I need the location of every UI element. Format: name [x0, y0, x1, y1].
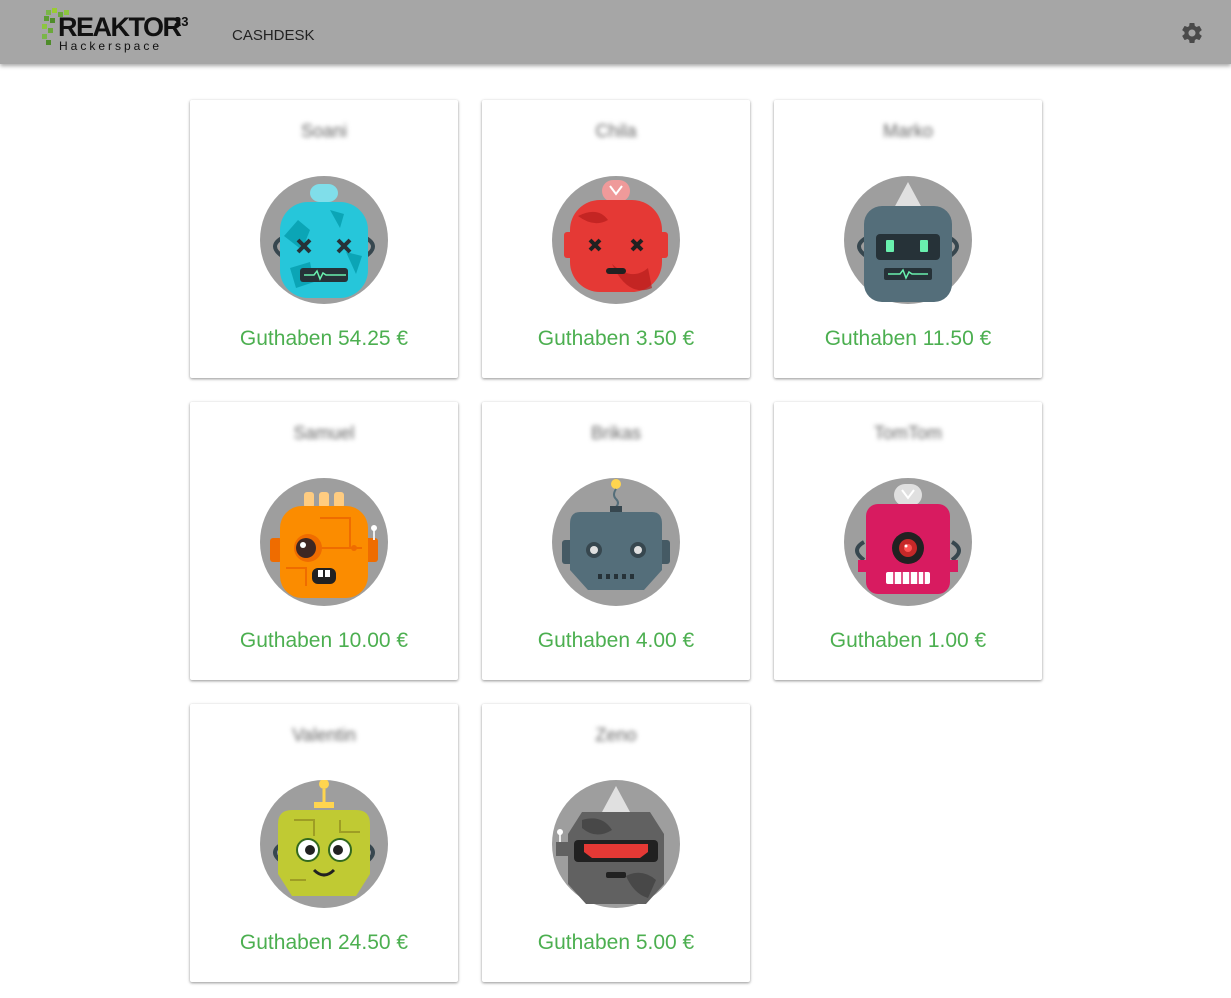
nav-cashdesk-link[interactable]: CASHDESK — [232, 27, 315, 45]
user-card[interactable]: Soani Guthaben 54.25 € — [190, 100, 458, 378]
settings-button[interactable] — [1180, 21, 1204, 45]
slate-robot-avatar-icon — [844, 176, 972, 304]
grey-robot-avatar-icon — [552, 780, 680, 908]
balance-label: Guthaben 4.00 € — [537, 629, 695, 652]
gear-icon — [1182, 23, 1202, 44]
red-robot-avatar-icon — [552, 176, 680, 304]
user-card[interactable]: Valentin Guthaben 24.50 € — [190, 704, 458, 982]
user-name: Samuel — [293, 423, 355, 443]
balance-label: Guthaben 11.50 € — [824, 327, 992, 350]
user-card[interactable]: Marko Guthaben 11.50 € — [774, 100, 1042, 378]
pink-robot-avatar-icon — [844, 478, 972, 606]
user-card[interactable]: Chila Guthaben 3.50 € — [482, 100, 750, 378]
balance-label: Guthaben 24.50 € — [239, 931, 409, 954]
logo-wordmark: REAKTOR — [58, 12, 182, 42]
user-card[interactable]: TomTom Guthaben 1.00 € — [774, 402, 1042, 680]
user-card[interactable]: Brikas Guthaben 4.00 € — [482, 402, 750, 680]
balance-label: Guthaben 10.00 € — [239, 629, 409, 652]
user-name: Soani — [300, 121, 348, 141]
user-name: Chila — [595, 121, 637, 141]
user-name: Valentin — [292, 725, 356, 745]
top-app-bar: REAKTOR 23 Hackerspace CASHDESK — [0, 0, 1231, 64]
user-name: TomTom — [873, 423, 942, 443]
user-name: Zeno — [595, 725, 637, 745]
balance-label: Guthaben 1.00 € — [829, 629, 987, 652]
balance-label: Guthaben 3.50 € — [537, 327, 695, 350]
user-card[interactable]: Zeno Guthaben 5.00 € — [482, 704, 750, 982]
cyan-robot-avatar-icon — [260, 176, 388, 304]
orange-robot-avatar-icon — [260, 478, 388, 606]
balance-label: Guthaben 5.00 € — [537, 931, 695, 954]
reaktor-logo[interactable]: REAKTOR 23 Hackerspace — [40, 6, 192, 56]
user-card[interactable]: Samuel Guthaben 10.00 € — [190, 402, 458, 680]
user-name: Marko — [882, 121, 933, 141]
steel-robot-avatar-icon — [552, 478, 680, 606]
logo-superscript: 23 — [174, 14, 189, 29]
logo-subtitle: Hackerspace — [59, 39, 163, 53]
user-name: Brikas — [590, 423, 641, 443]
balance-label: Guthaben 54.25 € — [239, 327, 409, 350]
lime-robot-avatar-icon — [260, 780, 388, 908]
